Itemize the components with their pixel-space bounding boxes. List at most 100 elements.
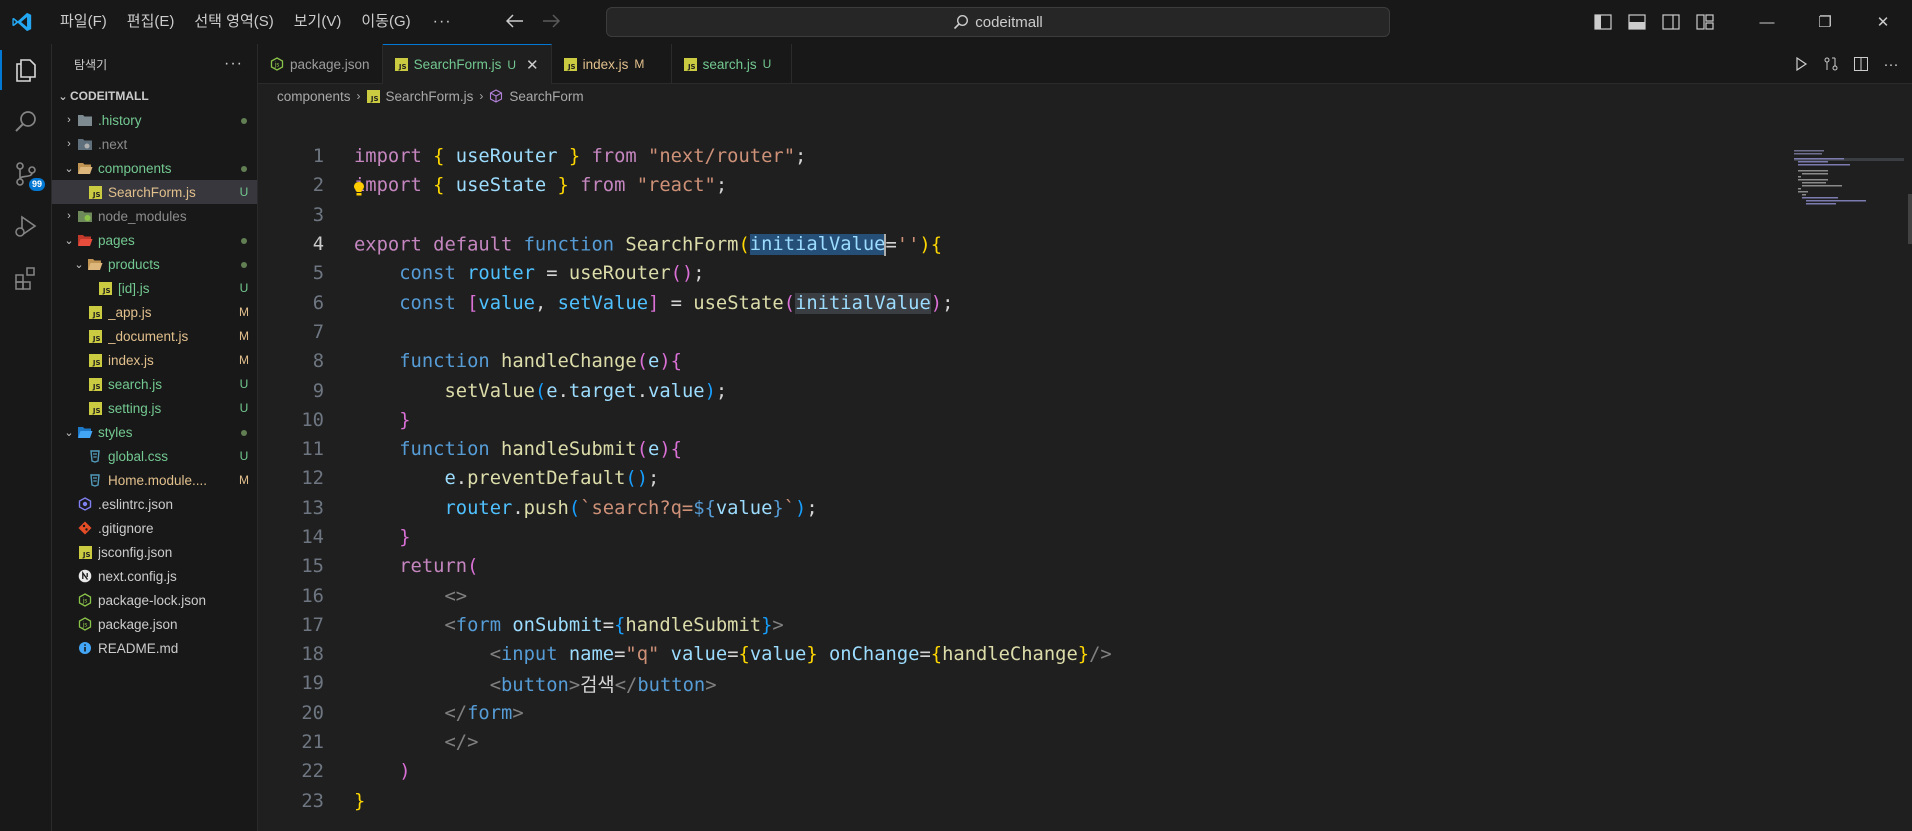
command-center-text: codeitmall xyxy=(975,13,1043,31)
tab-package-json[interactable]: js package.json xyxy=(258,44,383,84)
code-line[interactable]: 12 e.preventDefault(); xyxy=(258,464,1912,493)
tree-item-components[interactable]: ⌄ components xyxy=(52,156,257,180)
tree-item-readme-md[interactable]: README.md xyxy=(52,636,257,660)
code-line[interactable]: 5 const router = useRouter(); xyxy=(258,259,1912,288)
editor-more-button[interactable]: ··· xyxy=(1878,51,1904,77)
tree-item-node-modules[interactable]: › node_modules xyxy=(52,204,257,228)
source-control-activity-button[interactable]: 99 xyxy=(0,148,52,200)
extensions-activity-button[interactable] xyxy=(0,252,52,304)
code-line[interactable]: 13 router.push(`search?q=${value}`); xyxy=(258,494,1912,523)
back-arrow-icon[interactable] xyxy=(504,12,526,33)
tree-item-styles[interactable]: ⌄ styles xyxy=(52,420,257,444)
code-text: const [value, setValue] = useState(initi… xyxy=(399,292,954,314)
code-line[interactable]: 21 </> xyxy=(258,728,1912,757)
code-line[interactable]: 10 } xyxy=(258,406,1912,435)
breadcrumb-folder[interactable]: components xyxy=(277,89,351,104)
tree-item-eslintrc-json[interactable]: .eslintrc.json xyxy=(52,492,257,516)
menu-file[interactable]: 파일(F) xyxy=(50,7,117,37)
tree-item-jsconfig-json[interactable]: JS jsconfig.json xyxy=(52,540,257,564)
search-activity-button[interactable] xyxy=(0,96,52,148)
maximize-button[interactable]: ❐ xyxy=(1796,0,1854,44)
code-text: <input name="q" value={value} onChange={… xyxy=(489,644,1112,666)
tree-item-index-js[interactable]: JS index.js M xyxy=(52,348,257,372)
tree-item-gitignore[interactable]: .gitignore xyxy=(52,516,257,540)
code-line[interactable]: 11 function handleSubmit(e){ xyxy=(258,435,1912,464)
code-text: import { useRouter } from "next/router"; xyxy=(354,146,807,168)
tree-item-app-js[interactable]: JS _app.js M xyxy=(52,300,257,324)
code-line[interactable]: 17 <form onSubmit={handleSubmit}> xyxy=(258,611,1912,640)
code-line[interactable]: 19 <button>검색</button> xyxy=(258,669,1912,698)
breadcrumb-symbol[interactable]: SearchForm xyxy=(509,89,583,104)
files-icon xyxy=(16,59,36,82)
workspace-root-label: CODEITMALL xyxy=(70,89,149,103)
toggle-secondary-sidebar-icon[interactable] xyxy=(1654,0,1688,44)
tree-item-searchform-js[interactable]: JS SearchForm.js U xyxy=(52,180,257,204)
tab-searchform-js[interactable]: JS SearchForm.js U ✕ xyxy=(382,44,552,84)
tree-item-global-css[interactable]: global.css U xyxy=(52,444,257,468)
tree-item-id-js[interactable]: JS [id].js U xyxy=(52,276,257,300)
workspace-root[interactable]: ⌄ CODEITMALL xyxy=(52,84,257,108)
line-number: 22 xyxy=(301,761,324,783)
tree-item-package-json[interactable]: js package.json xyxy=(52,612,257,636)
tab-search-js[interactable]: JS search.js U xyxy=(672,44,792,84)
command-center-search[interactable]: codeitmall xyxy=(606,7,1390,37)
editor-scrollbar[interactable] xyxy=(1908,194,1912,244)
code-line[interactable]: 20 </form> xyxy=(258,699,1912,728)
tree-item-home-module[interactable]: Home.module.... M xyxy=(52,468,257,492)
tree-item-history[interactable]: › .history xyxy=(52,108,257,132)
code-line[interactable]: 3 xyxy=(258,201,1912,230)
folder-open-icon xyxy=(76,160,94,176)
tab-index-js[interactable]: JS index.js M xyxy=(552,44,672,84)
line-number: 4 xyxy=(312,234,324,256)
close-icon[interactable]: ✕ xyxy=(526,56,539,74)
tree-item-next[interactable]: › .next xyxy=(52,132,257,156)
run-code-icon[interactable] xyxy=(1788,51,1814,77)
code-line[interactable]: 1 import { useRouter } from "next/router"… xyxy=(258,142,1912,171)
explorer-activity-button[interactable] xyxy=(0,44,52,96)
code-line[interactable]: 9 setValue(e.target.value); xyxy=(258,376,1912,405)
close-window-button[interactable]: ✕ xyxy=(1854,0,1912,44)
tree-item-setting-js[interactable]: JS setting.js U xyxy=(52,396,257,420)
run-debug-activity-button[interactable] xyxy=(0,200,52,252)
code-line[interactable]: 4 export default function SearchForm(init… xyxy=(258,230,1912,259)
menu-edit[interactable]: 편집(E) xyxy=(117,7,185,37)
code-line[interactable]: 8 function handleChange(e){ xyxy=(258,347,1912,376)
explorer-more-button[interactable]: ··· xyxy=(224,55,243,73)
tree-item-products[interactable]: ⌄ products xyxy=(52,252,257,276)
code-line[interactable]: 15 return( xyxy=(258,552,1912,581)
chevron-down-icon: ⌄ xyxy=(64,426,74,439)
code-editor[interactable]: 1 import { useRouter } from "next/router"… xyxy=(258,142,1912,816)
code-line[interactable]: 18 <input name="q" value={value} onChang… xyxy=(258,640,1912,669)
breadcrumb-file[interactable]: SearchForm.js xyxy=(386,89,474,104)
tree-item-label: pages xyxy=(98,232,135,248)
lightbulb-icon[interactable] xyxy=(352,181,366,197)
tree-item-search-js[interactable]: JS search.js U xyxy=(52,372,257,396)
code-line[interactable]: 16 <> xyxy=(258,581,1912,610)
code-line[interactable]: 2 import { useState } from "react"; xyxy=(258,171,1912,200)
tree-item-package-lock-json[interactable]: js package-lock.json xyxy=(52,588,257,612)
menu-view[interactable]: 보기(V) xyxy=(284,7,352,37)
minimap[interactable] xyxy=(1794,148,1904,208)
code-line[interactable]: 22 ) xyxy=(258,757,1912,786)
menu-go[interactable]: 이동(G) xyxy=(351,7,420,37)
forward-arrow-icon[interactable] xyxy=(540,12,562,33)
minimize-button[interactable]: — xyxy=(1738,0,1796,44)
tree-item-pages[interactable]: ⌄ pages xyxy=(52,228,257,252)
toggle-primary-sidebar-icon[interactable] xyxy=(1586,0,1620,44)
split-editor-icon[interactable] xyxy=(1848,51,1874,77)
code-line[interactable]: 23} xyxy=(258,787,1912,816)
tab-label: package.json xyxy=(290,56,370,72)
code-line[interactable]: 7 xyxy=(258,318,1912,347)
search-icon xyxy=(15,111,36,132)
tree-item-document-js[interactable]: JS _document.js M xyxy=(52,324,257,348)
code-text: <form onSubmit={handleSubmit}> xyxy=(444,614,784,636)
tree-item-next-config-js[interactable]: next.config.js xyxy=(52,564,257,588)
toggle-panel-icon[interactable] xyxy=(1620,0,1654,44)
menu-selection[interactable]: 선택 영역(S) xyxy=(184,7,283,37)
code-line[interactable]: 14 } xyxy=(258,523,1912,552)
code-line[interactable]: 6 const [value, setValue] = useState(ini… xyxy=(258,288,1912,317)
menu-more-button[interactable]: ··· xyxy=(421,13,464,31)
customize-layout-icon[interactable] xyxy=(1688,0,1722,44)
code-text: </form> xyxy=(444,702,524,724)
compare-changes-icon[interactable] xyxy=(1818,51,1844,77)
